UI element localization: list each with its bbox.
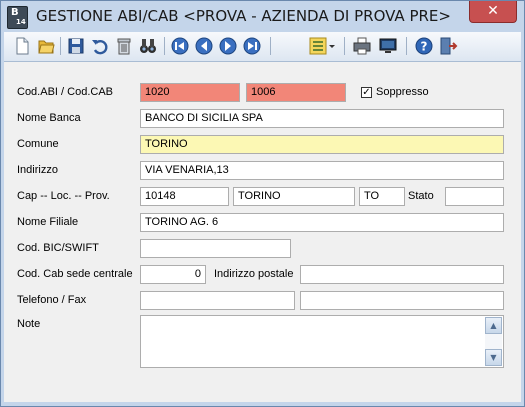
nome-banca-label: Nome Banca [17, 112, 81, 124]
toolbar-separator [164, 37, 165, 55]
indirizzo-postale-label: Indirizzo postale [214, 268, 294, 280]
comune-label: Comune [17, 138, 59, 150]
abi-code-field[interactable]: 1020 [140, 83, 240, 102]
cab-code-field[interactable]: 1006 [246, 83, 346, 102]
toolbar-separator [406, 37, 407, 55]
bic-swift-field[interactable] [140, 239, 291, 258]
title-bar[interactable]: B 14 GESTIONE ABI/CAB <PROVA - AZIENDA D… [1, 1, 524, 32]
telefono-fax-label: Telefono / Fax [17, 294, 87, 306]
first-record-icon[interactable] [170, 36, 190, 56]
toolbar: ? [4, 32, 521, 62]
list-options-icon[interactable] [308, 36, 336, 56]
nome-filiale-label: Nome Filiale [17, 216, 79, 228]
toolbar-separator [270, 37, 271, 55]
localita-field[interactable]: TORINO [233, 187, 355, 206]
screen-preview-icon[interactable] [378, 36, 398, 56]
form-panel: Cod.ABI / Cod.CAB 1020 1006 ✓ Soppresso … [4, 62, 521, 402]
cap-field[interactable]: 10148 [140, 187, 229, 206]
next-record-icon[interactable] [218, 36, 238, 56]
note-textarea[interactable]: ▲ ▼ [140, 315, 504, 368]
toolbar-separator [344, 37, 345, 55]
cab-sede-centrale-field[interactable]: 0 [140, 265, 206, 284]
previous-record-icon[interactable] [194, 36, 214, 56]
exit-icon[interactable] [438, 36, 458, 56]
app-icon[interactable]: B 14 [7, 6, 28, 29]
help-icon[interactable]: ? [414, 36, 434, 56]
note-label: Note [17, 318, 41, 330]
save-icon[interactable] [66, 36, 86, 56]
stato-label: Stato [408, 190, 434, 202]
fax-field[interactable] [300, 291, 504, 310]
abi-cab-label: Cod.ABI / Cod.CAB [17, 86, 113, 98]
undo-icon[interactable] [90, 36, 110, 56]
indirizzo-label: Indirizzo [17, 164, 58, 176]
delete-icon[interactable] [114, 36, 134, 56]
telefono-field[interactable] [140, 291, 295, 310]
indirizzo-postale-field[interactable] [300, 265, 504, 284]
new-document-icon[interactable] [12, 36, 32, 56]
bic-swift-label: Cod. BIC/SWIFT [17, 242, 99, 254]
scroll-down-icon[interactable]: ▼ [485, 349, 502, 366]
comune-field[interactable]: TORINO [140, 135, 504, 154]
search-binoculars-icon[interactable] [138, 36, 158, 56]
window-title: GESTIONE ABI/CAB <PROVA - AZIENDA DI PRO… [36, 7, 451, 25]
last-record-icon[interactable] [242, 36, 262, 56]
provincia-field[interactable]: TO [359, 187, 405, 206]
open-folder-icon[interactable] [36, 36, 56, 56]
stato-field[interactable] [445, 187, 504, 206]
svg-text:?: ? [421, 40, 428, 54]
cab-sede-centrale-label: Cod. Cab sede centrale [17, 268, 133, 280]
app-icon-number: 14 [16, 18, 26, 26]
nome-filiale-field[interactable]: TORINO AG. 6 [140, 213, 504, 232]
note-scrollbar[interactable]: ▲ ▼ [485, 317, 502, 366]
close-button[interactable]: ✕ [469, 1, 517, 23]
print-icon[interactable] [352, 36, 372, 56]
soppresso-label: Soppresso [376, 86, 429, 98]
scroll-up-icon[interactable]: ▲ [485, 317, 502, 334]
cap-loc-prov-label: Cap -- Loc. -- Prov. [17, 190, 110, 202]
indirizzo-field[interactable]: VIA VENARIA,13 [140, 161, 504, 180]
soppresso-checkbox[interactable]: ✓ [361, 87, 372, 98]
nome-banca-field[interactable]: BANCO DI SICILIA SPA [140, 109, 504, 128]
main-window: B 14 GESTIONE ABI/CAB <PROVA - AZIENDA D… [0, 0, 525, 407]
toolbar-separator [60, 37, 61, 55]
